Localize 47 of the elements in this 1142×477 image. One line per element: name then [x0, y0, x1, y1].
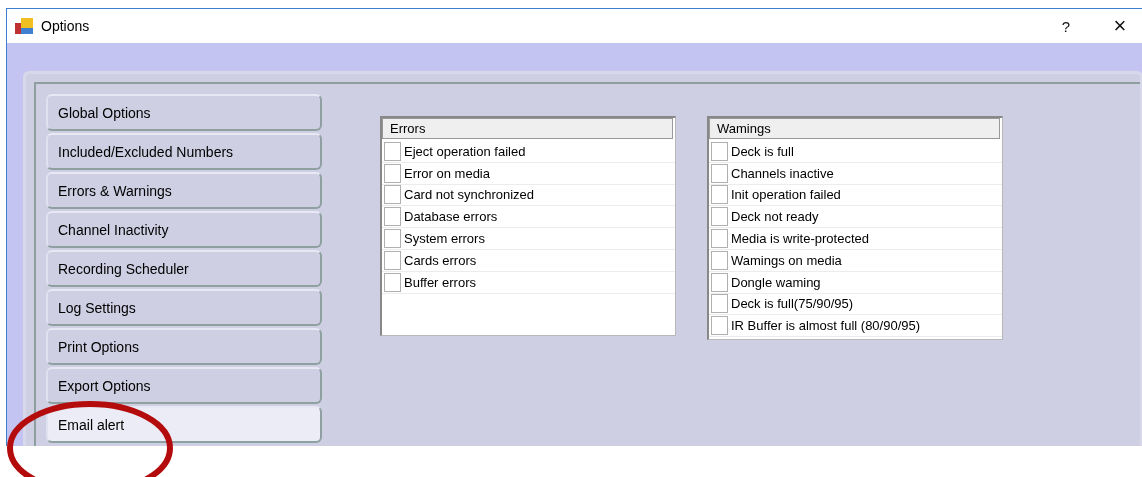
sidebar-item[interactable]: Global Options — [46, 94, 322, 131]
checkbox[interactable] — [384, 185, 401, 205]
sidebar-item[interactable]: Errors & Warnings — [46, 172, 322, 209]
checkbox[interactable] — [384, 141, 401, 161]
checkbox[interactable] — [384, 229, 401, 249]
sidebar-item[interactable]: Recording Scheduler — [46, 250, 322, 287]
checkbox-label: Card not synchronized — [404, 187, 535, 203]
checkbox[interactable] — [384, 272, 401, 292]
sidebar-item[interactable]: Print Options — [46, 328, 322, 365]
checkbox[interactable] — [711, 294, 728, 314]
sidebar-item[interactable]: Included/Excluded Numbers — [46, 133, 322, 170]
checkbox[interactable] — [384, 207, 401, 227]
sidebar-item[interactable]: Email alert — [46, 406, 322, 443]
checkbox-label: Wamings on media — [731, 252, 842, 268]
checkbox-label: Buffer errors — [404, 274, 476, 290]
checkbox-label: Deck not ready — [731, 209, 819, 225]
checkbox[interactable] — [711, 316, 728, 336]
close-button[interactable]: × — [1097, 11, 1142, 41]
window-title: Options — [41, 18, 90, 34]
sidebar-item[interactable]: Log Settings — [46, 289, 322, 326]
checkbox[interactable] — [384, 163, 401, 183]
checkbox[interactable] — [711, 250, 728, 270]
checkbox-label: System errors — [404, 231, 485, 247]
checkbox-label: Database errors — [404, 209, 498, 225]
app-icon — [15, 18, 33, 34]
checkbox-label: Media is write-protected — [731, 231, 869, 247]
checkbox-label: Dongle waming — [731, 274, 821, 290]
checkbox[interactable] — [711, 229, 728, 249]
help-button[interactable]: ? — [1043, 11, 1089, 41]
checkbox-label: Deck is full(75/90/95) — [731, 296, 854, 312]
checkbox-label: Cards errors — [404, 252, 477, 268]
checkbox-label: Error on media — [404, 165, 490, 181]
checkbox[interactable] — [711, 141, 728, 161]
checkbox-label: Deck is full — [731, 143, 794, 159]
checkbox[interactable] — [384, 250, 401, 270]
checkbox-label: Init operation failed — [731, 187, 841, 203]
checkbox[interactable] — [711, 272, 728, 292]
checkbox[interactable] — [711, 163, 728, 183]
checkbox-label: IR Buffer is almost full (80/90/95) — [731, 318, 921, 334]
column-header: Errors — [382, 118, 673, 139]
checkbox[interactable] — [711, 207, 728, 227]
checkbox-label: Eject operation failed — [404, 143, 526, 159]
checkbox-label: Channels inactive — [731, 165, 834, 181]
checkbox[interactable] — [711, 185, 728, 205]
sidebar-item[interactable]: Export Options — [46, 367, 322, 404]
sidebar-item[interactable]: Channel Inactivity — [46, 211, 322, 248]
column-header: Wamings — [709, 118, 1000, 139]
